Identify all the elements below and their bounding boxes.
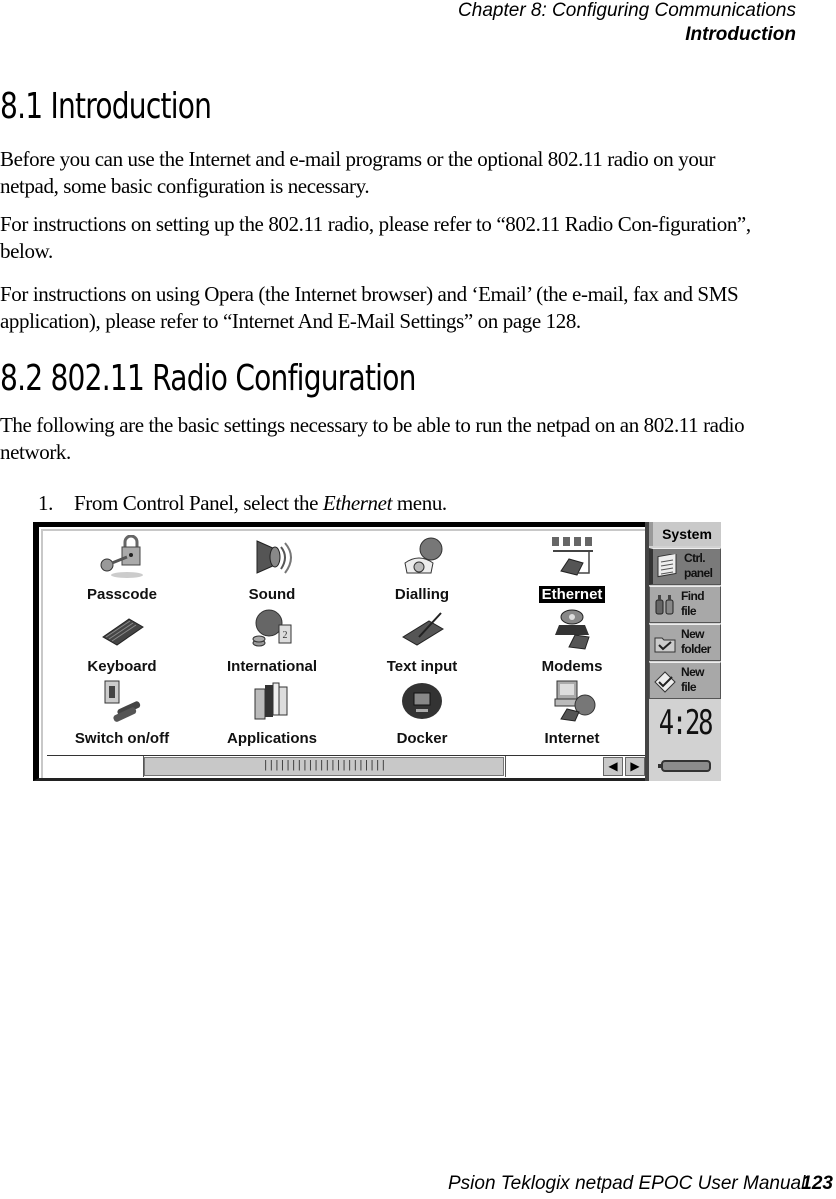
paragraph-radio-settings: The following are the basic settings nec… (0, 413, 745, 464)
control-panel-window: Passcode Sound Dialling Ethernet Keyboar… (33, 522, 647, 781)
control-panel-item-docker[interactable]: Docker (347, 677, 497, 749)
keyboard-icon (102, 618, 144, 646)
item-label: Sound (248, 586, 296, 603)
pen-keyboard-icon (402, 612, 444, 646)
sidebar-title[interactable]: System (649, 522, 721, 546)
control-panel-item-modems[interactable]: Modems (497, 605, 647, 677)
scroll-left-button[interactable]: ◀ (603, 757, 623, 776)
scrollbar-track-right[interactable] (505, 756, 602, 777)
computer-globe-icon (554, 680, 596, 722)
item-label: Applications (226, 730, 317, 747)
step-text-after: menu. (392, 491, 447, 515)
scrollbar-track-left[interactable] (47, 756, 144, 777)
control-panel-item-passcode[interactable]: Passcode (47, 533, 197, 605)
control-panel-grid: Passcode Sound Dialling Ethernet Keyboar… (47, 533, 647, 753)
section-heading-radio-configuration: 8.2 802.11 Radio Configuration (0, 358, 416, 399)
item-label: Keyboard (87, 658, 157, 675)
battery-icon (658, 760, 711, 772)
file-check-icon (654, 671, 676, 693)
running-head-chapter: Chapter 8: Configuring Communications (458, 0, 796, 21)
step-number: 1. (38, 491, 53, 515)
footer-manual-title: Psion Teklogix netpad EPOC User Manual (448, 1173, 806, 1194)
control-panel-item-switch-on-off[interactable]: Switch on/off (47, 677, 197, 749)
item-label: International (226, 658, 317, 675)
folder-check-icon (654, 637, 676, 653)
item-label: Ethernet (538, 586, 606, 603)
sidebar-button-find-file[interactable]: Find file (649, 586, 721, 623)
control-panel-item-keyboard[interactable]: Keyboard (47, 605, 197, 677)
network-icon (552, 537, 593, 576)
sidebar-button-label: Ctrl. panel (684, 551, 713, 580)
sidebar-button-label: New file (681, 665, 704, 694)
item-label: Switch on/off (74, 730, 170, 747)
step-text-before: From Control Panel, select the (74, 491, 323, 515)
item-label: Docker (396, 730, 448, 747)
control-panel-item-text-input[interactable]: Text input (347, 605, 497, 677)
item-label: Modems (541, 658, 603, 675)
scroll-right-button[interactable]: ▶ (625, 757, 645, 776)
paragraph-opera-reference: For instructions on using Opera (the Int… (0, 282, 739, 333)
binoculars-icon (655, 595, 674, 615)
horizontal-scrollbar[interactable]: |||||||||||||||||||||| ◀ ▶ (47, 755, 647, 778)
control-panel-item-dialling[interactable]: Dialling (347, 533, 497, 605)
step-1: 1. From Control Panel, select the Etherne… (38, 490, 447, 517)
padlock-key-icon (100, 535, 143, 578)
speaker-icon (256, 540, 292, 574)
clock-display: 4:28 (658, 703, 714, 743)
item-label: Internet (544, 730, 600, 747)
arrow-right-icon: ▶ (630, 759, 640, 773)
books-icon (254, 682, 288, 720)
control-panel-item-applications[interactable]: Applications (197, 677, 347, 749)
control-panel-item-ethernet[interactable]: Ethernet (497, 533, 647, 605)
control-panel-screenshot: Passcode Sound Dialling Ethernet Keyboar… (33, 522, 721, 781)
paragraph-intro: Before you can use the Internet and e-ma… (0, 147, 716, 198)
sidebar-button-ctrl-panel[interactable]: Ctrl. panel (649, 548, 721, 585)
globe-coins-icon: 2 (252, 609, 292, 647)
running-head-section: Introduction (685, 24, 796, 45)
docker-icon (402, 683, 442, 719)
step-emphasis: Ethernet (322, 491, 393, 515)
sidebar-button-new-file[interactable]: New file (649, 662, 721, 699)
sidebar-button-new-folder[interactable]: New folder (649, 624, 721, 661)
footer-page-number: 123 (801, 1173, 833, 1194)
system-sidebar: System Ctrl. panel Find file New folder (649, 522, 721, 781)
section-heading-introduction: 8.1 Introduction (0, 86, 212, 127)
arrow-left-icon: ◀ (608, 759, 618, 773)
control-panel-item-international[interactable]: 2 International (197, 605, 347, 677)
control-panel-item-sound[interactable]: Sound (197, 533, 347, 605)
scrollbar-thumb[interactable]: |||||||||||||||||||||| (144, 757, 504, 776)
ctrl-panel-icon (657, 554, 677, 578)
item-label: Text input (386, 658, 458, 675)
item-label: Passcode (86, 586, 158, 603)
switch-batteries-icon (104, 680, 141, 722)
item-label: Dialling (394, 586, 450, 603)
paragraph-radio-reference: For instructions on setting up the 802.1… (0, 212, 751, 263)
modem-icon (555, 609, 590, 650)
control-panel-item-internet[interactable]: Internet (497, 677, 647, 749)
svg-text:2: 2 (283, 630, 288, 641)
telephone-globe-icon (404, 537, 443, 574)
sidebar-button-label: Find file (681, 589, 705, 618)
sidebar-button-label: New folder (681, 627, 711, 656)
